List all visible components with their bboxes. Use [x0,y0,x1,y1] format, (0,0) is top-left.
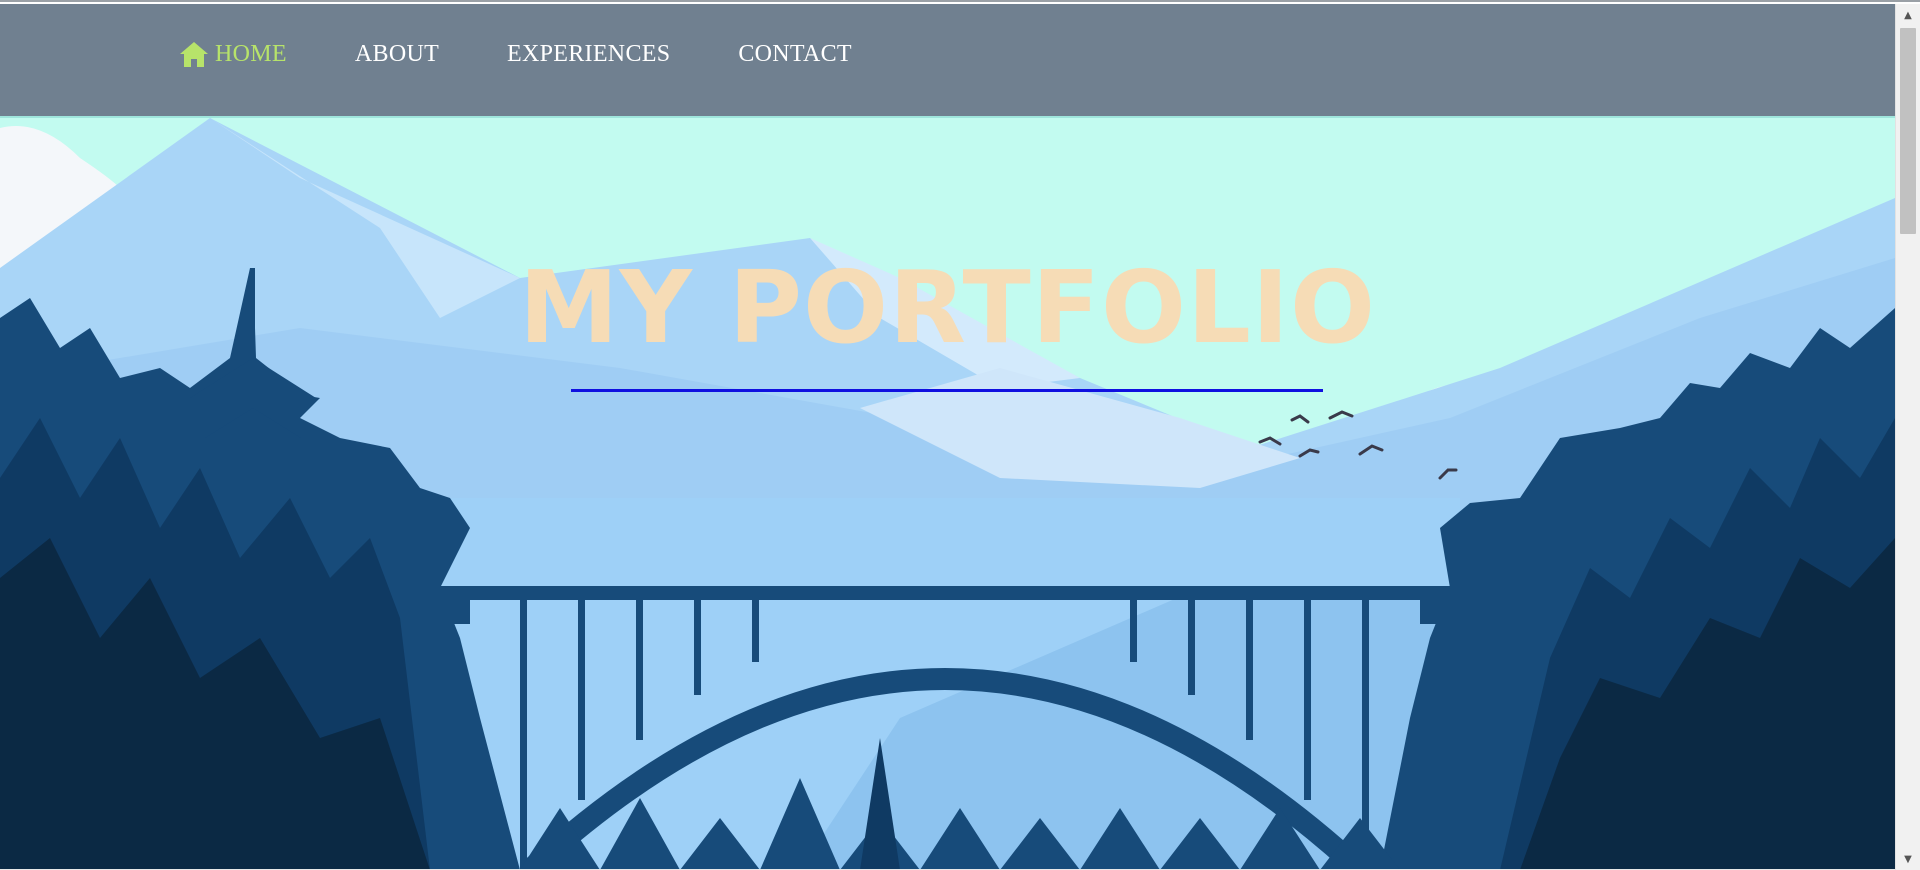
scroll-down-arrow-icon[interactable]: ▼ [1896,850,1920,868]
browser-viewport: HOME ABOUT EXPERIENCES CONTACT MY PORTFO… [0,0,1920,870]
hero-title: MY PORTFOLIO [518,249,1377,366]
scrollbar-thumb[interactable] [1900,28,1916,234]
vertical-scrollbar[interactable]: ▲ ▼ [1895,4,1920,870]
hero-section: MY PORTFOLIO [0,118,1895,870]
nav-label-contact: CONTACT [738,40,852,67]
nav-item-experiences[interactable]: EXPERIENCES [507,41,670,68]
nav-label-about: ABOUT [354,40,440,67]
hero-background-illustration [0,118,1895,870]
nav-item-contact[interactable]: CONTACT [738,41,852,68]
nav-label-experiences: EXPERIENCES [507,40,671,67]
home-icon [178,40,210,68]
nav-label-home: HOME [215,40,287,67]
nav-item-about[interactable]: ABOUT [355,41,439,68]
nav-list: HOME ABOUT EXPERIENCES CONTACT [178,40,920,68]
nav-item-home[interactable]: HOME [178,40,287,68]
scroll-up-arrow-icon[interactable]: ▲ [1896,6,1920,24]
navbar: HOME ABOUT EXPERIENCES CONTACT [0,4,1895,118]
title-underline [571,389,1323,392]
